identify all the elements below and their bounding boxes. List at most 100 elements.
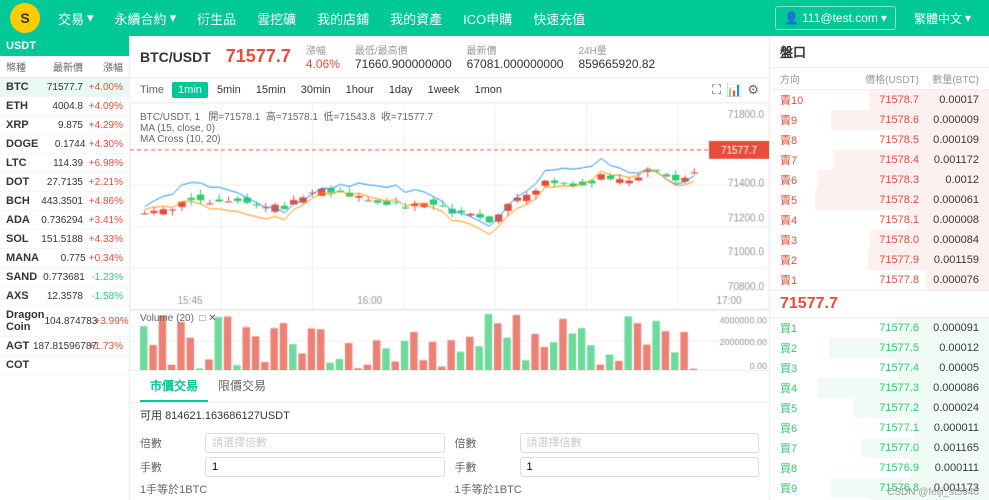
chart-icons: ⛶ 📊 ⚙ <box>712 82 759 98</box>
nav-deposit[interactable]: 快速充值 <box>525 5 593 32</box>
buy-price-input[interactable] <box>205 433 445 453</box>
nav-user[interactable]: 👤 111@test.com ▾ <box>775 6 896 30</box>
bid-side: 買9 <box>780 480 805 496</box>
list-item[interactable]: SOL 151.5188 +4.33% <box>0 230 129 249</box>
ask-row[interactable]: 賣10 71578.7 0.00017 <box>770 90 989 110</box>
ask-row[interactable]: 賣5 71578.2 0.000061 <box>770 190 989 210</box>
timeframe-btn-1week[interactable]: 1week <box>422 82 466 98</box>
sell-price-label: 倍數 <box>455 435 515 451</box>
settings-icon[interactable]: ⚙ <box>747 82 759 98</box>
list-item[interactable]: DOGE 0.1744 +4.30% <box>0 135 129 154</box>
left-sidebar: USDT 幣種 最新價 漲幅 BTC 71577.7 +4.00% ETH 40… <box>0 36 130 500</box>
sell-price-input[interactable] <box>520 433 760 453</box>
bid-size: 0.000086 <box>919 382 979 394</box>
orderbook-mid-price: 71577.7 <box>780 295 838 312</box>
bid-row[interactable]: 買1 71577.6 0.000091 <box>770 318 989 338</box>
tab-market[interactable]: 市價交易 <box>140 371 208 402</box>
ask-row[interactable]: 賣6 71578.3 0.0012 <box>770 170 989 190</box>
list-item[interactable]: BTC 71577.7 +4.00% <box>0 78 129 97</box>
fullscreen-icon[interactable]: ⛶ <box>712 82 721 98</box>
ask-row[interactable]: 賣1 71577.8 0.000076 <box>770 270 989 290</box>
list-item[interactable]: ETH 4004.8 +4.09% <box>0 97 129 116</box>
ask-row[interactable]: 賣8 71578.5 0.000109 <box>770 130 989 150</box>
coin-change: +4.09% <box>83 101 123 112</box>
coin-name: DOGE <box>6 138 38 150</box>
ask-row[interactable]: 賣4 71578.1 0.000008 <box>770 210 989 230</box>
bid-price: 71577.3 <box>805 382 919 394</box>
list-item[interactable]: DOT 27.7135 +2.21% <box>0 173 129 192</box>
coin-price: 187.81596787 <box>33 341 83 352</box>
chart-area: BTC/USDT, 1 開=71578.1 高=71578.1 低=71543.… <box>130 103 769 310</box>
bid-row[interactable]: 買6 71577.1 0.000011 <box>770 418 989 438</box>
timeframe-btn-1min[interactable]: 1min <box>172 82 208 98</box>
timeframe-btn-1hour[interactable]: 1hour <box>340 82 380 98</box>
ask-price: 71578.3 <box>805 174 919 186</box>
ask-price: 71578.1 <box>805 214 919 226</box>
balance-label: 可用 <box>140 410 162 422</box>
ask-price: 71578.0 <box>805 234 919 246</box>
list-item[interactable]: Dragon Coin 104.874783 +3.99% <box>0 306 129 337</box>
ask-row[interactable]: 賣3 71578.0 0.000084 <box>770 230 989 250</box>
tab-limit[interactable]: 限價交易 <box>208 371 276 402</box>
coin-change: +1.73% <box>83 341 123 352</box>
timeframe-btn-15min[interactable]: 15min <box>250 82 292 98</box>
coin-price: 9.875 <box>33 120 83 131</box>
bid-side: 買4 <box>780 380 805 396</box>
list-item[interactable]: COT <box>0 356 129 375</box>
ask-row[interactable]: 賣9 71578.6 0.000009 <box>770 110 989 130</box>
bar-chart-icon[interactable]: 📊 <box>726 82 742 98</box>
bid-side: 買3 <box>780 360 805 376</box>
nav-lang[interactable]: 繁體中文 ▾ <box>906 6 979 31</box>
ticker-high-stat: 最新價 67081.000000000 <box>467 42 564 71</box>
timeframe-btn-1mon[interactable]: 1mon <box>468 82 508 98</box>
ask-side: 賣7 <box>780 152 805 168</box>
list-item[interactable]: AGT 187.81596787 +1.73% <box>0 337 129 356</box>
nav-ico[interactable]: ICO申購 <box>455 5 520 32</box>
ask-size: 0.000076 <box>919 274 979 286</box>
bid-row[interactable]: 買7 71577.0 0.001165 <box>770 438 989 458</box>
timeframe-btn-5min[interactable]: 5min <box>211 82 247 98</box>
ask-row[interactable]: 賣7 71578.4 0.001172 <box>770 150 989 170</box>
chart-ma: MA (15, close, 0) <box>140 123 433 134</box>
list-item[interactable]: LTC 114.39 +6.98% <box>0 154 129 173</box>
nav-perpetual[interactable]: 永續合約 ▾ <box>107 5 185 32</box>
bid-row[interactable]: 買5 71577.2 0.000024 <box>770 398 989 418</box>
list-item[interactable]: AXS 12.3578 -1.58% <box>0 287 129 306</box>
list-item[interactable]: BCH 443.3501 +4.86% <box>0 192 129 211</box>
list-item[interactable]: XRP 9.875 +4.29% <box>0 116 129 135</box>
nav-assets[interactable]: 我的資產 <box>382 5 450 32</box>
ask-size: 0.001172 <box>919 154 979 166</box>
bid-row[interactable]: 買3 71577.4 0.00005 <box>770 358 989 378</box>
buy-qty-input[interactable] <box>205 457 445 477</box>
nav-derivatives[interactable]: 衍生品 <box>189 5 244 32</box>
ask-side: 賣6 <box>780 172 805 188</box>
list-item[interactable]: ADA 0.736294 +3.41% <box>0 211 129 230</box>
bid-row[interactable]: 買8 71576.9 0.000111 <box>770 458 989 478</box>
sell-qty-input[interactable] <box>520 457 760 477</box>
list-item[interactable]: SAND 0.773681 -1.23% <box>0 268 129 287</box>
bid-row[interactable]: 買4 71577.3 0.000086 <box>770 378 989 398</box>
ask-size: 0.000009 <box>919 114 979 126</box>
chevron-down-icon: ▾ <box>881 11 887 25</box>
nav-trade[interactable]: 交易 ▾ <box>50 5 102 32</box>
ask-price: 71578.6 <box>805 114 919 126</box>
asks-container: 賣10 71578.7 0.00017 賣9 71578.6 0.000009 … <box>770 90 989 290</box>
buy-price-label: 倍數 <box>140 435 200 451</box>
bid-side: 買1 <box>780 320 805 336</box>
bid-price: 71577.4 <box>805 362 919 374</box>
timeframe-btn-1day[interactable]: 1day <box>383 82 419 98</box>
bid-price: 71577.0 <box>805 442 919 454</box>
chart-info: BTC/USDT, 1 開=71578.1 高=71578.1 低=71543.… <box>140 108 433 145</box>
nav-store[interactable]: 我的店鋪 <box>309 5 377 32</box>
nav-mining[interactable]: 雲挖礦 <box>249 5 304 32</box>
list-item[interactable]: MANA 0.775 +0.34% <box>0 249 129 268</box>
ask-size: 0.000109 <box>919 134 979 146</box>
bid-row[interactable]: 買2 71577.5 0.00012 <box>770 338 989 358</box>
timeframe-btn-30min[interactable]: 30min <box>295 82 337 98</box>
orderbook-header: 盤口 <box>770 36 989 68</box>
ask-row[interactable]: 賣2 71577.9 0.001159 <box>770 250 989 270</box>
coin-name: XRP <box>6 119 33 131</box>
coin-name: Dragon Coin <box>6 309 45 333</box>
coin-change: +6.98% <box>83 158 123 169</box>
logo[interactable]: S <box>10 3 40 33</box>
